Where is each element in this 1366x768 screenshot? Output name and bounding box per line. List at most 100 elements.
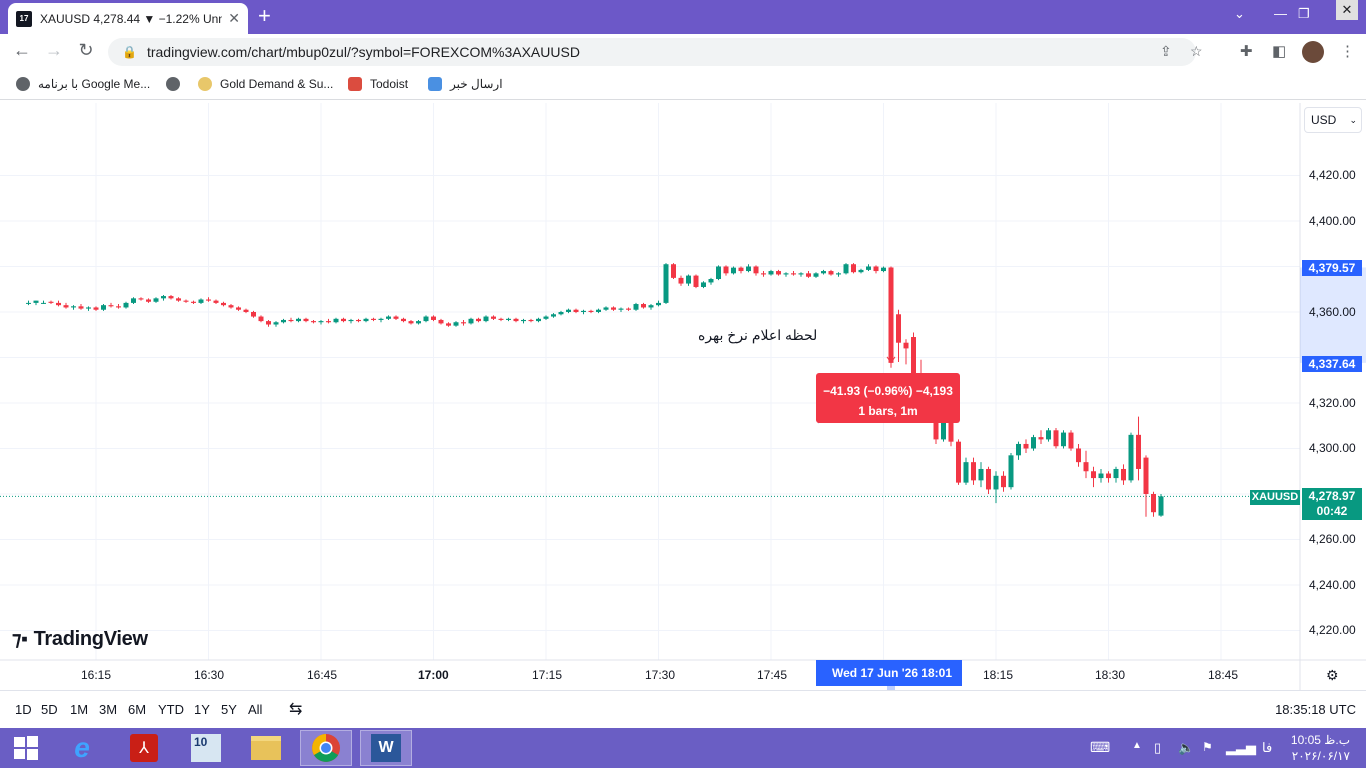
candle-body: [1128, 434, 1134, 481]
start-button[interactable]: [0, 730, 52, 766]
candle-body: [461, 322, 466, 324]
candle-body: [438, 319, 444, 324]
candle-body: [123, 302, 129, 308]
y-tick-label: 4,220.00: [1309, 623, 1356, 637]
candle-body: [641, 304, 646, 308]
device-icon[interactable]: ▯: [1154, 740, 1161, 756]
tradingview-logo[interactable]: ⁊▪ TradingView: [12, 628, 148, 651]
chart-app-icon[interactable]: 10: [180, 730, 232, 766]
show-hidden-icons-icon[interactable]: ▲: [1132, 740, 1142, 751]
bookmark-globe[interactable]: [166, 77, 188, 91]
minimize-button[interactable]: —: [1274, 6, 1287, 21]
bookmark-todoist[interactable]: Todoist: [348, 77, 408, 91]
close-tab-icon[interactable]: ✕: [228, 10, 240, 27]
candle-body: [236, 307, 241, 310]
taskbar-clock[interactable]: 10:05 ب.ظ ۲۰۲۶/۰۶/۱۷: [1288, 732, 1350, 764]
side-panel-icon[interactable]: ◧: [1272, 42, 1286, 60]
bookmark-gold-demand[interactable]: Gold Demand & Su...: [198, 77, 333, 91]
address-bar[interactable]: 🔒 tradingview.com/chart/mbup0zul/?symbol…: [108, 38, 1203, 66]
candle-body: [213, 300, 219, 303]
candle-body: [813, 273, 819, 277]
forward-icon[interactable]: →: [38, 40, 70, 61]
candle-body: [198, 299, 204, 303]
utc-clock[interactable]: 18:35:18 UTC: [1275, 702, 1356, 717]
candle-body: [903, 342, 909, 349]
browser-tab[interactable]: 17 XAUUSD 4,278.44 ▼ −1.22% Unn ✕: [8, 3, 248, 34]
candle-body: [618, 308, 624, 310]
settings-gear-icon[interactable]: ⚙: [1326, 667, 1339, 684]
candle-body: [26, 302, 31, 304]
candle-body: [423, 316, 429, 322]
volume-icon[interactable]: 🔈: [1178, 740, 1194, 756]
candle-body: [648, 305, 654, 308]
new-tab-button[interactable]: +: [258, 4, 271, 28]
chrome-icon[interactable]: [300, 730, 352, 766]
candle-body: [1053, 430, 1059, 447]
candle-body: [63, 305, 69, 308]
symbol-tag: XAUUSD: [1250, 490, 1300, 505]
range-all[interactable]: All: [248, 702, 262, 717]
internet-explorer-icon[interactable]: e: [56, 730, 108, 766]
bookmark-google-meet[interactable]: با برنامه Google Me...: [16, 77, 150, 91]
range-1d[interactable]: 1D: [15, 702, 32, 717]
y-tick-label: 4,260.00: [1309, 532, 1356, 546]
range-6m[interactable]: 6M: [128, 702, 146, 717]
flag-icon[interactable]: ⚑: [1202, 740, 1213, 754]
candlestick-chart[interactable]: [0, 103, 1366, 690]
x-tick-label: 17:00: [418, 668, 449, 682]
chart-pane[interactable]: [0, 103, 1366, 690]
keyboard-icon[interactable]: ⌨: [1090, 739, 1110, 756]
language-indicator[interactable]: فا: [1262, 740, 1272, 756]
word-icon[interactable]: W: [360, 730, 412, 766]
candle-body: [386, 316, 391, 319]
acrobat-icon[interactable]: ⅄: [118, 730, 170, 766]
extensions-icon[interactable]: ✚: [1240, 42, 1253, 60]
candle-body: [828, 271, 834, 275]
candle-body: [243, 309, 249, 312]
currency-select[interactable]: USD ⌄: [1304, 107, 1362, 133]
windows-logo-icon: [14, 736, 38, 760]
range-1m[interactable]: 1M: [70, 702, 88, 717]
crosshair-time-badge: Wed 17 Jun '26 18:01: [816, 660, 962, 686]
candle-body: [41, 302, 46, 304]
candle-body: [671, 264, 676, 278]
bookmark-star-icon[interactable]: ☆: [1190, 43, 1203, 60]
reload-icon[interactable]: ↻: [70, 40, 102, 61]
candle-body: [776, 271, 781, 275]
close-window-button[interactable]: ✕: [1336, 0, 1358, 20]
x-tick-label: 16:15: [81, 668, 112, 682]
candle-body: [288, 319, 294, 322]
signal-icon[interactable]: ▂▃▅: [1226, 740, 1256, 756]
range-1y[interactable]: 1Y: [194, 702, 210, 717]
candle-body: [971, 462, 976, 481]
candle-body: [108, 305, 114, 307]
tab-search-icon[interactable]: ⌄: [1234, 6, 1245, 22]
candle-body: [536, 318, 541, 322]
file-explorer-icon[interactable]: [240, 730, 292, 766]
profile-avatar[interactable]: [1302, 41, 1324, 63]
candle-body: [851, 264, 856, 273]
range-3m[interactable]: 3M: [99, 702, 117, 717]
candle-body: [146, 299, 151, 302]
candle-body: [131, 298, 136, 303]
candle-body: [326, 321, 331, 323]
taskbar-date: ۲۰۲۶/۰۶/۱۷: [1291, 749, 1350, 763]
bookmark-send-news[interactable]: ارسال خبر: [428, 77, 503, 91]
range-5y[interactable]: 5Y: [221, 702, 237, 717]
candle-body: [221, 302, 226, 306]
candle-body: [303, 318, 309, 322]
range-5d[interactable]: 5D: [41, 702, 58, 717]
candle-body: [378, 318, 384, 320]
date-range-icon[interactable]: ⇆: [289, 699, 302, 719]
restore-button[interactable]: ❐: [1298, 6, 1310, 22]
measure-tooltip: −41.93 (−0.96%) −4,193 1 bars, 1m: [816, 373, 960, 423]
price-tag-low: 4,337.64: [1302, 356, 1362, 372]
share-icon[interactable]: ⇪: [1160, 43, 1172, 60]
candle-body: [1143, 457, 1149, 494]
candle-body: [401, 318, 406, 322]
annotation-text[interactable]: لحظه اعلام نرخ بهره: [698, 327, 817, 344]
menu-icon[interactable]: ⋮: [1340, 42, 1355, 60]
back-icon[interactable]: ←: [6, 40, 38, 61]
range-ytd[interactable]: YTD: [158, 702, 184, 717]
candle-body: [656, 302, 661, 306]
